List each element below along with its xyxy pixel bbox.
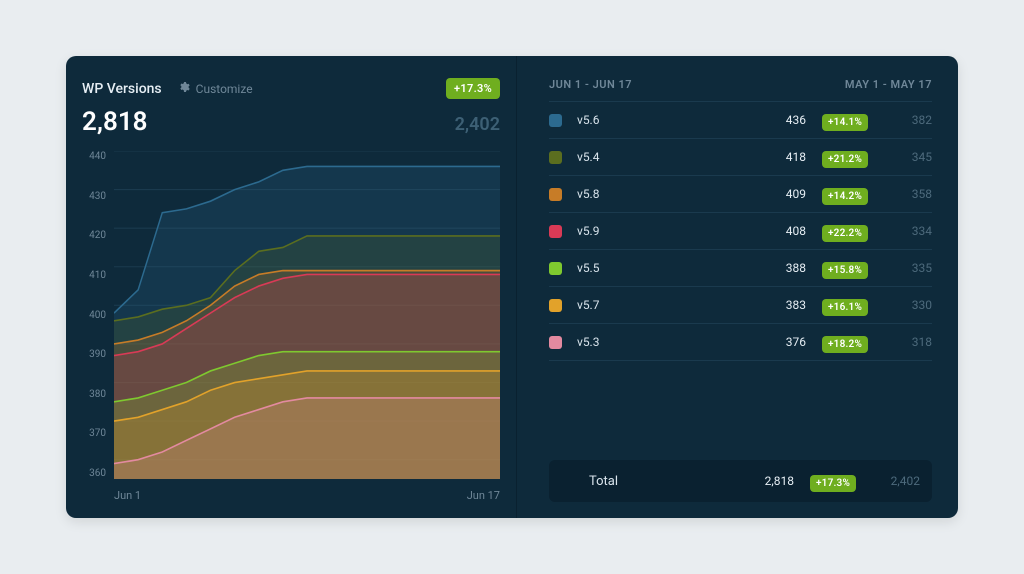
total-change-badge: +17.3%: [810, 475, 856, 492]
dashboard-card: WP Versions Customize +17.3% 2,818 2,402…: [66, 56, 958, 518]
version-change-badge: +18.2%: [822, 336, 868, 353]
gear-icon: [178, 81, 190, 96]
version-name: v5.7: [577, 298, 748, 312]
overall-change-badge: +17.3%: [446, 78, 500, 99]
version-primary-value: 388: [758, 261, 806, 275]
version-primary-value: 383: [758, 298, 806, 312]
customize-label: Customize: [196, 82, 253, 96]
y-tick-label: 430: [82, 191, 106, 202]
chart-area: 440 430 420 410 400 390 380 370 360: [82, 151, 500, 479]
version-primary-value: 408: [758, 224, 806, 238]
version-list: v5.6 436 +14.1% 382 v5.4 418 +21.2% 345 v5.8 409 +…: [549, 102, 932, 460]
y-tick-label: 420: [82, 230, 106, 241]
version-secondary-value: 318: [884, 335, 932, 349]
version-name: v5.5: [577, 261, 748, 275]
version-secondary-value: 330: [884, 298, 932, 312]
chart-panel: WP Versions Customize +17.3% 2,818 2,402…: [66, 56, 516, 518]
range-header: JUN 1 - JUN 17 MAY 1 - MAY 17: [549, 78, 932, 102]
version-swatch: [549, 225, 562, 238]
version-change-badge: +15.8%: [822, 262, 868, 279]
y-tick-label: 440: [82, 151, 106, 162]
x-label-start: Jun 1: [114, 489, 141, 502]
range-primary-label: JUN 1 - JUN 17: [549, 78, 632, 91]
version-secondary-value: 334: [884, 224, 932, 238]
version-row[interactable]: v5.6 436 +14.1% 382: [549, 102, 932, 139]
version-primary-value: 409: [758, 187, 806, 201]
version-secondary-value: 382: [884, 113, 932, 127]
version-name: v5.6: [577, 113, 748, 127]
version-primary-value: 376: [758, 335, 806, 349]
version-name: v5.3: [577, 335, 748, 349]
version-secondary-value: 345: [884, 150, 932, 164]
version-swatch: [549, 262, 562, 275]
total-label: Total: [589, 474, 736, 489]
x-label-end: Jun 17: [467, 489, 500, 502]
version-row[interactable]: v5.4 418 +21.2% 345: [549, 139, 932, 176]
x-axis-labels: Jun 1 Jun 17: [82, 479, 500, 502]
version-name: v5.9: [577, 224, 748, 238]
y-tick-label: 360: [82, 468, 106, 479]
secondary-total: 2,402: [455, 114, 500, 135]
version-name: v5.4: [577, 150, 748, 164]
version-row[interactable]: v5.8 409 +14.2% 358: [549, 176, 932, 213]
y-tick-label: 390: [82, 349, 106, 360]
version-change-badge: +14.2%: [822, 188, 868, 205]
table-panel: JUN 1 - JUN 17 MAY 1 - MAY 17 v5.6 436 +14…: [517, 56, 958, 518]
version-row[interactable]: v5.9 408 +22.2% 334: [549, 213, 932, 250]
version-row[interactable]: v5.7 383 +16.1% 330: [549, 287, 932, 324]
y-tick-label: 370: [82, 428, 106, 439]
version-row[interactable]: v5.3 376 +18.2% 318: [549, 324, 932, 361]
customize-button[interactable]: Customize: [178, 81, 253, 96]
version-swatch: [549, 299, 562, 312]
version-primary-value: 418: [758, 150, 806, 164]
version-swatch: [549, 114, 562, 127]
version-change-badge: +21.2%: [822, 151, 868, 168]
y-tick-label: 380: [82, 389, 106, 400]
total-primary: 2,818: [746, 474, 794, 488]
primary-total: 2,818: [82, 107, 148, 137]
version-swatch: [549, 188, 562, 201]
version-swatch: [549, 336, 562, 349]
chart-header: WP Versions Customize +17.3%: [82, 78, 500, 99]
totals-row: 2,818 2,402: [82, 107, 500, 137]
version-change-badge: +22.2%: [822, 225, 868, 242]
total-row: Total 2,818 +17.3% 2,402: [549, 460, 932, 502]
version-name: v5.8: [577, 187, 748, 201]
y-tick-label: 400: [82, 310, 106, 321]
version-secondary-value: 358: [884, 187, 932, 201]
panel-title: WP Versions: [82, 81, 162, 97]
version-swatch: [549, 151, 562, 164]
chart-plot: [114, 151, 500, 479]
version-secondary-value: 335: [884, 261, 932, 275]
version-change-badge: +14.1%: [822, 114, 868, 131]
total-secondary: 2,402: [872, 474, 920, 488]
y-axis-labels: 440 430 420 410 400 390 380 370 360: [82, 151, 110, 479]
version-primary-value: 436: [758, 113, 806, 127]
y-tick-label: 410: [82, 270, 106, 281]
range-secondary-label: MAY 1 - MAY 17: [845, 78, 932, 91]
version-row[interactable]: v5.5 388 +15.8% 335: [549, 250, 932, 287]
version-change-badge: +16.1%: [822, 299, 868, 316]
